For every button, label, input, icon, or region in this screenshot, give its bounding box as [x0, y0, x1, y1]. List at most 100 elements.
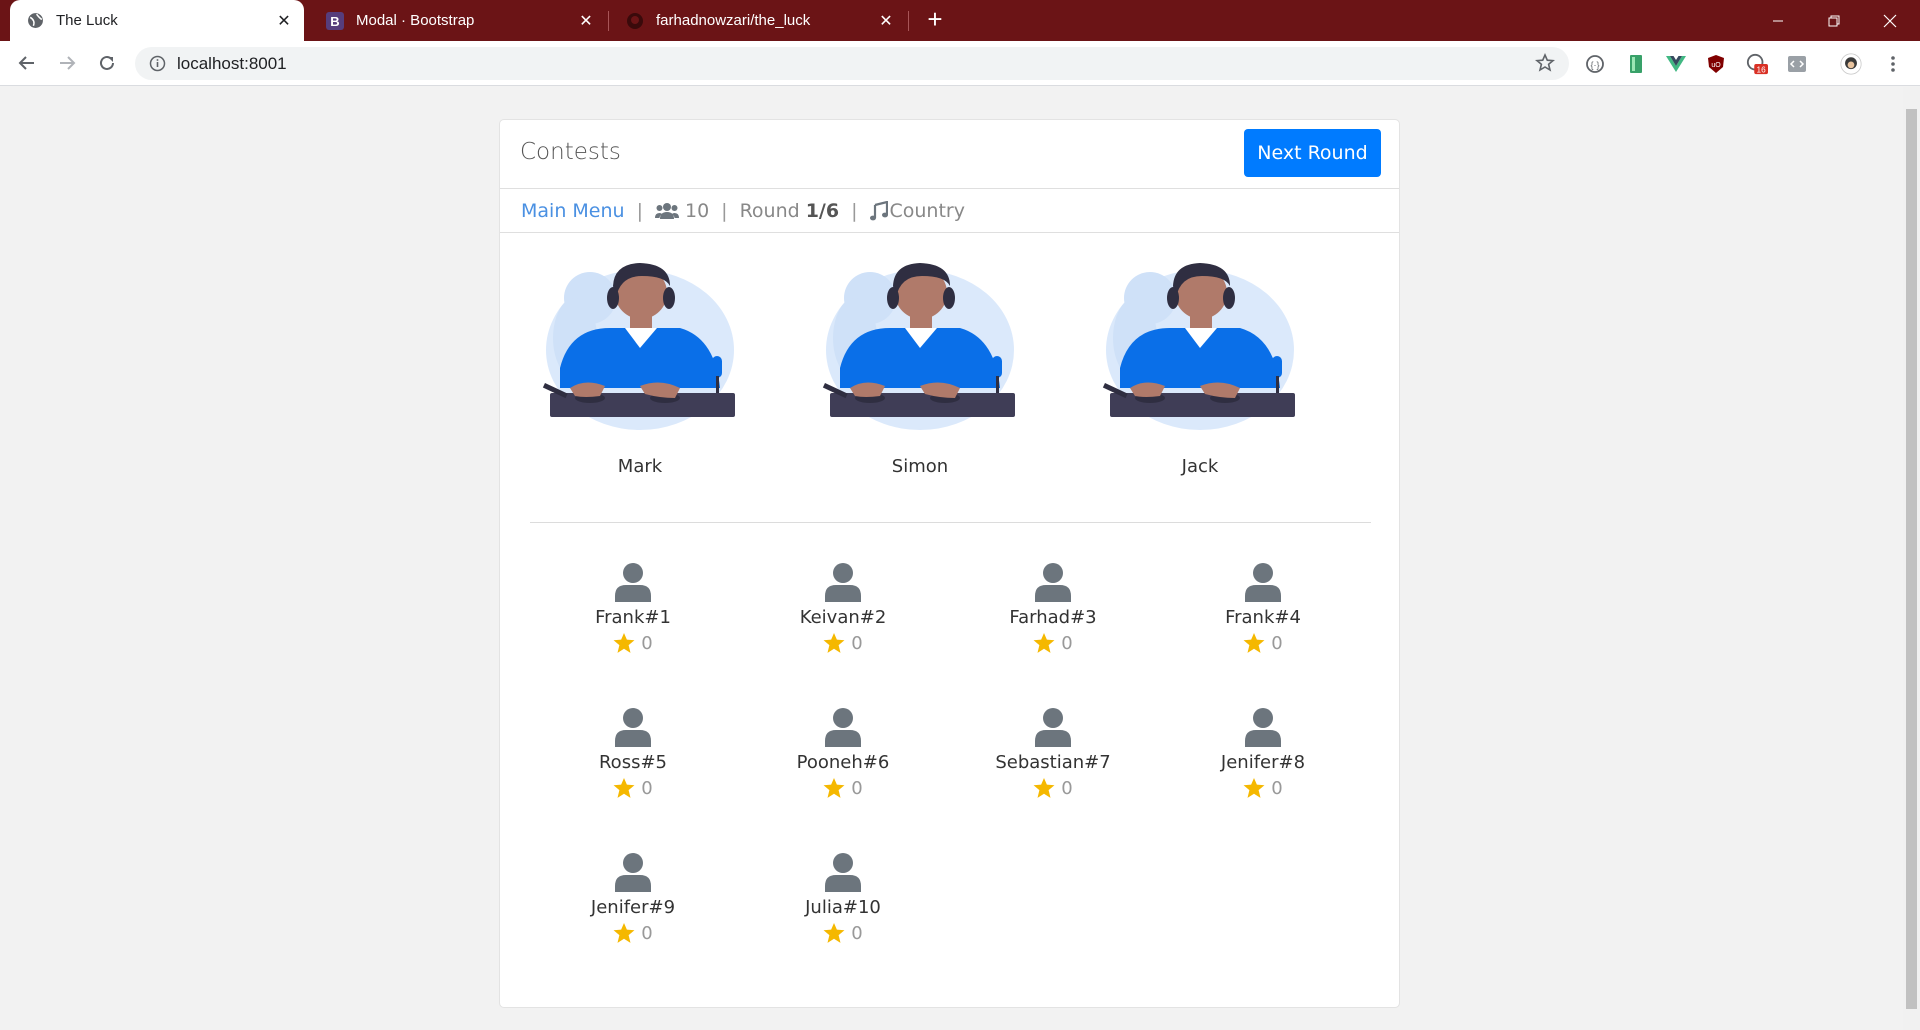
player-name: Julia#10 [805, 897, 881, 918]
extension-icon[interactable]: {·} [1584, 53, 1606, 75]
code-extension-icon[interactable] [1786, 53, 1808, 75]
dj-illustration [1102, 263, 1295, 430]
star-icon [1243, 633, 1265, 653]
browser-toolbar: localhost:8001 {·} uO 16 [0, 41, 1920, 86]
svg-text:B: B [330, 14, 339, 29]
player-score: 0 [963, 633, 1143, 654]
user-icon [615, 853, 651, 892]
player-name: Farhad#3 [1009, 607, 1097, 628]
card-header: Contests Next Round [500, 120, 1399, 189]
score-value: 0 [1061, 633, 1073, 654]
tab-bar: The Luck ✕ B Modal · Bootstrap ✕ farhadn… [0, 0, 1920, 41]
user-icon [825, 563, 861, 602]
user-icon [1245, 708, 1281, 747]
close-tab-icon[interactable]: ✕ [876, 11, 896, 31]
book-extension-icon[interactable] [1625, 53, 1647, 75]
main-menu-link[interactable]: Main Menu [521, 200, 625, 222]
judge-name: Mark [617, 456, 663, 477]
user-icon [615, 563, 651, 602]
player-card: Julia#10 0 [753, 852, 933, 944]
player-card: Farhad#3 0 [963, 562, 1143, 654]
player-name: Frank#4 [1225, 607, 1301, 628]
github-icon [626, 12, 644, 30]
new-tab-button[interactable]: + [921, 6, 949, 34]
address-bar[interactable]: localhost:8001 [135, 47, 1569, 80]
player-card: Ross#5 0 [543, 707, 723, 799]
page-scrollbar[interactable] [1903, 87, 1920, 1030]
contest-info-bar: Main Menu | 10 | Round 1/6 | Country [500, 189, 1399, 233]
score-value: 0 [1271, 778, 1283, 799]
section-divider [530, 522, 1371, 523]
player-card: Frank#1 0 [543, 562, 723, 654]
info-icon[interactable] [149, 55, 166, 72]
user-icon [1245, 563, 1281, 602]
separator: | [721, 199, 728, 222]
star-icon [1243, 778, 1265, 798]
genre-label: Country [889, 199, 965, 222]
player-score: 0 [753, 923, 933, 944]
separator: | [636, 199, 643, 222]
player-name: Sebastian#7 [995, 752, 1111, 773]
player-name: Pooneh#6 [796, 752, 890, 773]
tab-modal-bootstrap[interactable]: B Modal · Bootstrap ✕ [310, 0, 606, 41]
contests-card: Contests Next Round Main Menu | 10 | Rou… [499, 119, 1400, 1008]
tab-separator [908, 11, 909, 31]
notification-extension-icon[interactable]: 16 [1746, 53, 1768, 75]
menu-kebab-icon[interactable] [1882, 53, 1904, 75]
judge-card: Jack [1090, 258, 1310, 477]
tab-github[interactable]: farhadnowzari/the_luck ✕ [610, 0, 906, 41]
player-score: 0 [543, 778, 723, 799]
star-icon [613, 778, 635, 798]
minimize-icon[interactable] [1750, 0, 1806, 41]
score-value: 0 [1061, 778, 1073, 799]
dj-illustration [822, 263, 1015, 430]
player-card: Frank#4 0 [1173, 562, 1353, 654]
tab-separator [608, 11, 609, 31]
tab-title: Modal · Bootstrap [356, 12, 475, 29]
user-icon [825, 708, 861, 747]
music-icon [869, 200, 888, 221]
player-name: Keivan#2 [799, 607, 887, 628]
restore-icon[interactable] [1806, 0, 1862, 41]
close-tab-icon[interactable]: ✕ [576, 11, 596, 31]
participant-count: 10 [684, 199, 710, 222]
star-icon [823, 633, 845, 653]
profile-avatar[interactable] [1840, 53, 1862, 75]
star-icon [613, 633, 635, 653]
player-score: 0 [1173, 633, 1353, 654]
users-icon [654, 202, 679, 220]
user-icon [615, 708, 651, 747]
star-icon [823, 778, 845, 798]
player-score: 0 [543, 923, 723, 944]
close-tab-icon[interactable]: ✕ [274, 11, 294, 31]
player-card: Jenifer#8 0 [1173, 707, 1353, 799]
player-score: 0 [1173, 778, 1353, 799]
tab-title: The Luck [56, 12, 118, 29]
judges-section: Mark Simon Jack [500, 258, 1399, 506]
ublock-icon[interactable]: uO [1705, 53, 1727, 75]
player-card: Jenifer#9 0 [543, 852, 723, 944]
judge-card: Mark [530, 258, 750, 477]
user-icon [1035, 708, 1071, 747]
tab-the-luck[interactable]: The Luck ✕ [10, 0, 304, 41]
globe-icon [26, 12, 44, 30]
page-title: Contests [520, 139, 621, 165]
back-icon[interactable] [13, 49, 41, 77]
next-round-button[interactable]: Next Round [1244, 129, 1381, 177]
scrollbar-thumb[interactable] [1906, 109, 1917, 1009]
player-name: Ross#5 [598, 752, 667, 773]
url-text: localhost:8001 [177, 54, 287, 73]
score-value: 0 [851, 923, 863, 944]
player-score: 0 [753, 778, 933, 799]
judge-card: Simon [810, 258, 1030, 477]
vue-devtools-icon[interactable] [1665, 53, 1687, 75]
score-value: 0 [641, 778, 653, 799]
star-icon [823, 923, 845, 943]
forward-icon[interactable] [53, 49, 81, 77]
user-icon [1035, 563, 1071, 602]
close-window-icon[interactable] [1862, 0, 1918, 41]
bookmark-star-icon[interactable] [1534, 53, 1556, 78]
reload-icon[interactable] [93, 49, 121, 77]
round-label: Round [739, 199, 800, 222]
user-icon [825, 853, 861, 892]
